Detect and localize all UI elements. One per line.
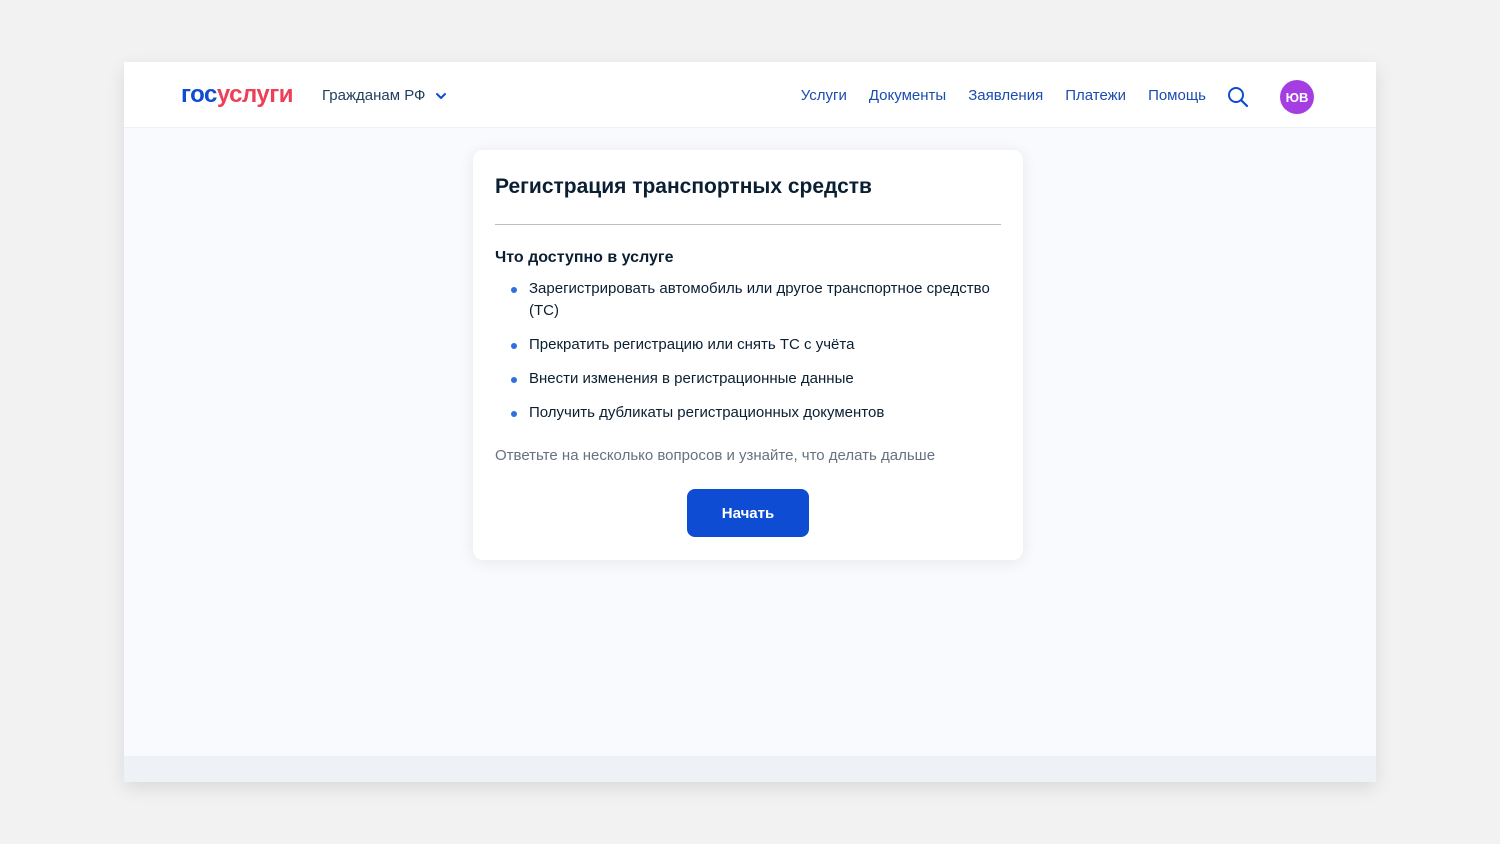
service-card: Регистрация транспортных средств Что дос… <box>473 150 1023 560</box>
chevron-down-icon <box>436 93 447 99</box>
list-item: Зарегистрировать автомобиль или другое т… <box>495 278 995 322</box>
list-item-text: Зарегистрировать автомобиль или другое т… <box>529 280 990 319</box>
available-section-title: Что доступно в услуге <box>495 249 674 266</box>
available-actions-list: Зарегистрировать автомобиль или другое т… <box>495 278 995 436</box>
site-header: госуслуги Гражданам РФ Услуги Документы … <box>124 62 1376 128</box>
card-divider <box>495 224 1001 225</box>
nav-link-help[interactable]: Помощь <box>1148 86 1206 106</box>
citizens-dropdown[interactable]: Гражданам РФ <box>322 86 447 106</box>
logo-part-gos: гос <box>181 81 217 108</box>
user-avatar[interactable]: ЮВ <box>1280 80 1314 114</box>
nav-link-documents[interactable]: Документы <box>869 86 946 106</box>
logo-part-uslugi: услуги <box>216 81 294 108</box>
footer-strip <box>124 756 1376 782</box>
service-title: Регистрация транспортных средств <box>495 175 872 198</box>
search-icon[interactable] <box>1227 86 1249 108</box>
nav-link-payments[interactable]: Платежи <box>1065 86 1126 106</box>
nav-link-services[interactable]: Услуги <box>801 86 847 106</box>
bullet-icon <box>511 377 517 383</box>
list-item-text: Внести изменения в регистрационные данны… <box>529 370 854 387</box>
start-button[interactable]: Начать <box>687 489 809 537</box>
browser-window: госуслуги Гражданам РФ Услуги Документы … <box>124 62 1376 782</box>
bullet-icon <box>511 287 517 293</box>
hint-text: Ответьте на несколько вопросов и узнайте… <box>495 447 936 464</box>
list-item-text: Получить дубликаты регистрационных докум… <box>529 404 885 421</box>
gosuslugi-logo[interactable]: госуслуги <box>181 81 294 109</box>
list-item-text: Прекратить регистрацию или снять ТС с уч… <box>529 336 855 353</box>
nav-link-applications[interactable]: Заявления <box>968 86 1043 106</box>
list-item: Внести изменения в регистрационные данны… <box>495 368 995 390</box>
main-nav: Услуги Документы Заявления Платежи Помощ… <box>801 86 1206 106</box>
list-item: Получить дубликаты регистрационных докум… <box>495 402 995 424</box>
bullet-icon <box>511 343 517 349</box>
citizens-dropdown-label: Гражданам РФ <box>322 87 426 104</box>
bullet-icon <box>511 411 517 417</box>
list-item: Прекратить регистрацию или снять ТС с уч… <box>495 334 995 356</box>
